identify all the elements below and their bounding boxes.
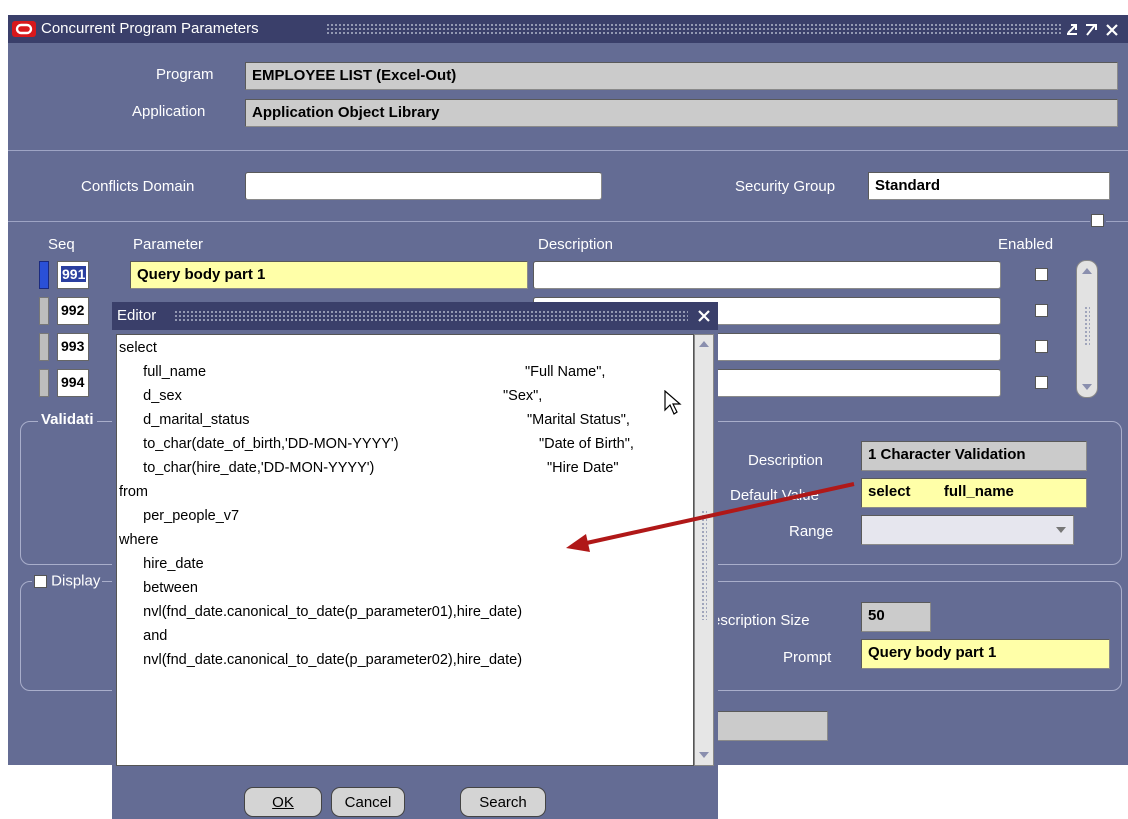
display-checkbox[interactable]: [34, 574, 47, 588]
scroll-up-icon[interactable]: [1080, 265, 1094, 277]
parameter-column-header: Parameter: [133, 236, 204, 253]
code-line: to_char(hire_date,'DD-MON-YYYY'): [119, 460, 375, 476]
minimize-icon[interactable]: [1067, 24, 1077, 35]
code-line: between: [119, 580, 198, 596]
row-indicator[interactable]: [39, 297, 49, 325]
divider: [8, 150, 1128, 151]
seq-cell[interactable]: 991: [57, 261, 89, 289]
titlebar-grip: [326, 23, 1061, 35]
search-button[interactable]: Search: [460, 787, 546, 817]
display-label: Display: [51, 572, 101, 590]
mouse-pointer-icon: [664, 390, 682, 415]
editor-title: Editor: [117, 307, 157, 324]
ok-label: OK: [272, 794, 294, 811]
code-alias: "Full Name",: [525, 364, 606, 380]
bottom-field-partial[interactable]: [708, 711, 828, 741]
main-titlebar[interactable]: Concurrent Program Parameters: [8, 15, 1128, 43]
code-line: nvl(fnd_date.canonical_to_date(p_paramet…: [119, 604, 523, 620]
scroll-down-icon[interactable]: [1080, 381, 1094, 393]
close-icon[interactable]: [1106, 24, 1118, 36]
code-line: and: [119, 628, 168, 644]
maximize-icon[interactable]: [1086, 24, 1097, 36]
code-line: d_marital_status: [119, 412, 250, 428]
description-column-header: Description: [538, 236, 614, 253]
oracle-logo-icon: [12, 21, 36, 37]
row-indicator[interactable]: [39, 369, 49, 397]
enabled-checkbox[interactable]: [1035, 340, 1048, 353]
divider: [8, 221, 1090, 222]
security-group-field[interactable]: Standard: [868, 172, 1110, 200]
description-size-label: escription Size: [712, 612, 810, 629]
display-group-title: Display: [32, 572, 103, 590]
main-window-title: Concurrent Program Parameters: [41, 20, 259, 37]
code-line: nvl(fnd_date.canonical_to_date(p_paramet…: [119, 652, 523, 668]
seq-cell[interactable]: 993: [57, 333, 89, 361]
rows-scrollbar[interactable]: [1076, 260, 1098, 398]
conflicts-domain-field[interactable]: [245, 172, 602, 200]
cancel-label: Cancel: [344, 794, 392, 811]
code-line: select: [119, 340, 157, 356]
annotation-arrow-icon: [566, 482, 855, 552]
code-line: hire_date: [119, 556, 204, 572]
code-alias: "Hire Date": [547, 460, 619, 476]
record-checkbox[interactable]: [1091, 214, 1104, 227]
vs-description-field[interactable]: 1 Character Validation: [861, 441, 1087, 471]
enabled-checkbox[interactable]: [1035, 376, 1048, 389]
chevron-down-icon: [1056, 527, 1066, 533]
prompt-field[interactable]: Query body part 1: [861, 639, 1110, 669]
scroll-thumb-grip: [1084, 306, 1090, 346]
code-line: full_name: [119, 364, 207, 380]
scroll-down-icon[interactable]: [697, 749, 711, 761]
code-line: d_sex: [119, 388, 182, 404]
code-line: to_char(date_of_birth,'DD-MON-YYYY'): [119, 436, 399, 452]
close-icon[interactable]: [697, 309, 711, 323]
seq-value-selected: 991: [61, 266, 87, 282]
program-label: Program: [156, 66, 214, 83]
ok-button[interactable]: OK: [244, 787, 322, 817]
code-alias: "Sex",: [503, 388, 543, 404]
titlebar-grip: [174, 310, 688, 322]
validation-group-title: Validati: [38, 411, 97, 428]
enabled-column-header: Enabled: [998, 236, 1054, 253]
parameter-cell[interactable]: Query body part 1: [130, 261, 528, 289]
code-line: per_people_v7: [119, 508, 240, 524]
security-group-label: Security Group: [735, 178, 836, 195]
code-alias: "Marital Status",: [527, 412, 630, 428]
range-select[interactable]: [861, 515, 1074, 545]
description-size-field[interactable]: 50: [861, 602, 931, 632]
description-cell[interactable]: [533, 261, 1001, 289]
cancel-button[interactable]: Cancel: [331, 787, 405, 817]
code-line: where: [119, 532, 159, 548]
program-field[interactable]: EMPLOYEE LIST (Excel-Out): [245, 62, 1118, 90]
editor-titlebar[interactable]: Editor: [112, 302, 718, 330]
seq-cell[interactable]: 992: [57, 297, 89, 325]
row-indicator-active[interactable]: [39, 261, 49, 289]
application-field[interactable]: Application Object Library: [245, 99, 1118, 127]
vs-description-label: Description: [748, 452, 824, 469]
window-controls: [1067, 24, 1118, 36]
scroll-up-icon[interactable]: [697, 338, 711, 350]
seq-column-header: Seq: [48, 236, 75, 253]
search-label: Search: [479, 794, 527, 811]
conflicts-domain-label: Conflicts Domain: [81, 178, 195, 195]
prompt-label: Prompt: [783, 649, 832, 666]
row-indicator[interactable]: [39, 333, 49, 361]
application-label: Application: [132, 103, 206, 120]
enabled-checkbox[interactable]: [1035, 268, 1048, 281]
enabled-checkbox[interactable]: [1035, 304, 1048, 317]
divider: [1106, 221, 1128, 222]
default-value-field[interactable]: select full_name: [861, 478, 1087, 508]
code-alias: "Date of Birth",: [539, 436, 634, 452]
editor-window: Editor select full_name d_sex d_marital_…: [112, 302, 718, 819]
code-line: from: [119, 484, 148, 500]
seq-cell[interactable]: 994: [57, 369, 89, 397]
